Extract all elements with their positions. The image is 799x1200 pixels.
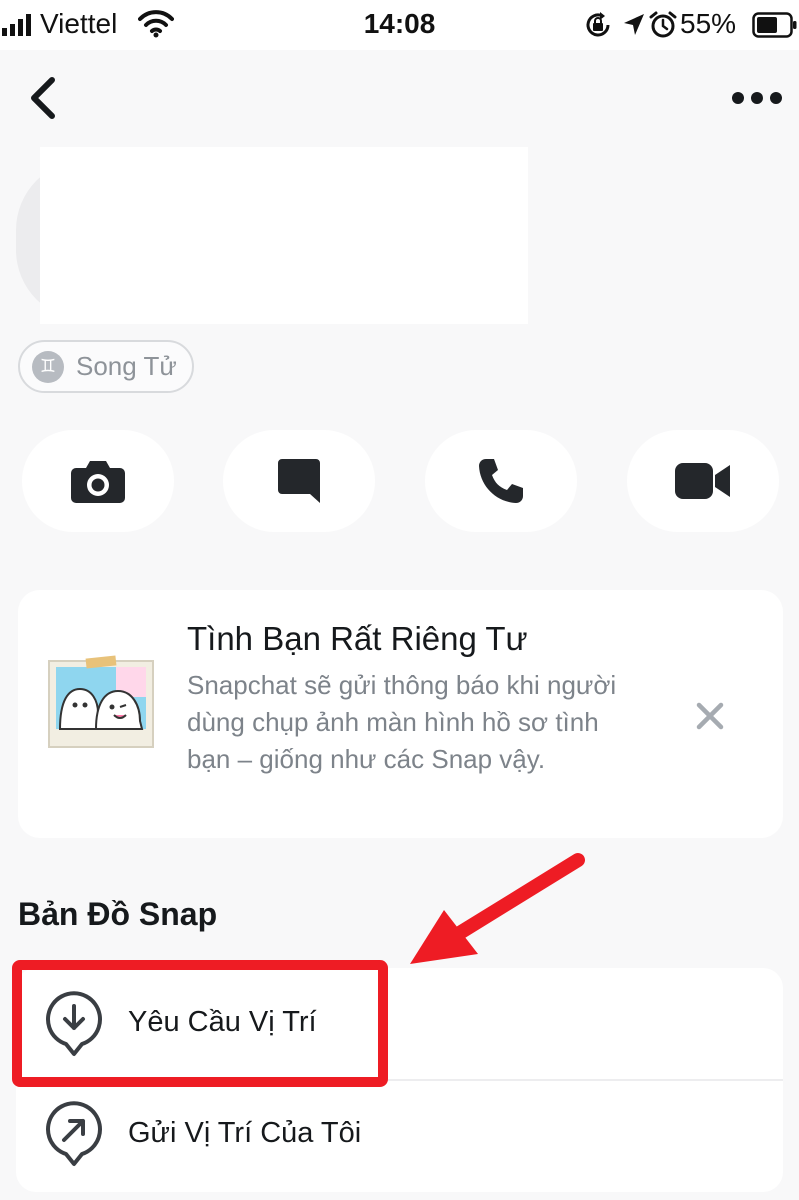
send-my-location-label: Gửi Vị Trí Của Tôi xyxy=(128,1117,362,1149)
location-icon xyxy=(624,14,644,35)
chat-button[interactable] xyxy=(223,430,375,532)
profile-name-area xyxy=(40,147,528,324)
video-icon xyxy=(675,463,730,499)
phone-icon xyxy=(479,459,523,503)
zodiac-chip[interactable]: ♊ Song Tử xyxy=(18,340,194,393)
friends-polaroid-icon xyxy=(48,655,154,748)
location-send-icon xyxy=(46,1101,102,1166)
call-button[interactable] xyxy=(425,430,577,532)
close-icon xyxy=(696,702,724,730)
card-title: Tình Bạn Rất Riêng Tư xyxy=(187,620,528,657)
gemini-icon: ♊ xyxy=(32,350,64,383)
annotation-highlight-box xyxy=(12,960,388,1087)
more-options-button[interactable] xyxy=(722,78,788,118)
camera-icon xyxy=(71,461,125,503)
alarm-icon xyxy=(649,11,677,38)
chat-icon xyxy=(278,459,320,503)
chevron-left-icon xyxy=(31,77,55,119)
back-button[interactable] xyxy=(20,70,70,126)
zodiac-label: Song Tử xyxy=(76,351,177,381)
card-close-button[interactable] xyxy=(688,694,732,738)
annotation-arrow xyxy=(410,853,585,964)
card-description: Snapchat sẽ gửi thông báo khi người dùng… xyxy=(187,670,617,774)
more-dots-icon xyxy=(732,92,782,104)
section-title-snap-map: Bản Đồ Snap xyxy=(18,896,218,932)
battery-percent: 55% xyxy=(680,8,737,39)
orientation-lock-icon xyxy=(586,12,610,37)
camera-button[interactable] xyxy=(22,430,174,532)
battery-icon xyxy=(752,12,797,38)
video-call-button[interactable] xyxy=(627,430,779,532)
